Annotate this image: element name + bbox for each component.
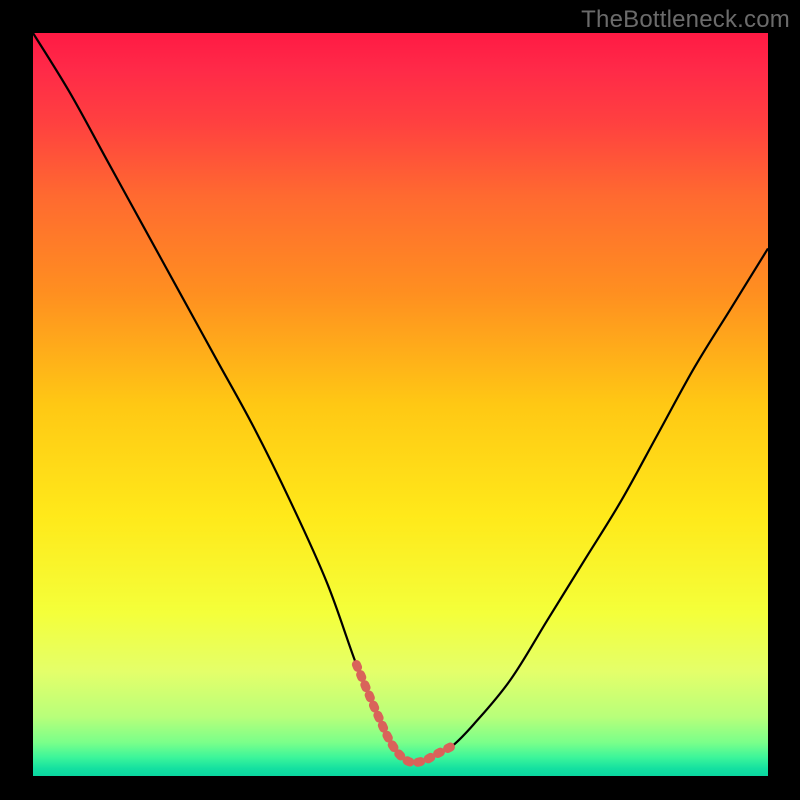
plot-area [33,33,768,776]
watermark-label: TheBottleneck.com [581,6,790,34]
plot-svg [33,33,768,776]
gradient-background [33,33,768,776]
chart-frame: TheBottleneck.com [0,0,800,800]
